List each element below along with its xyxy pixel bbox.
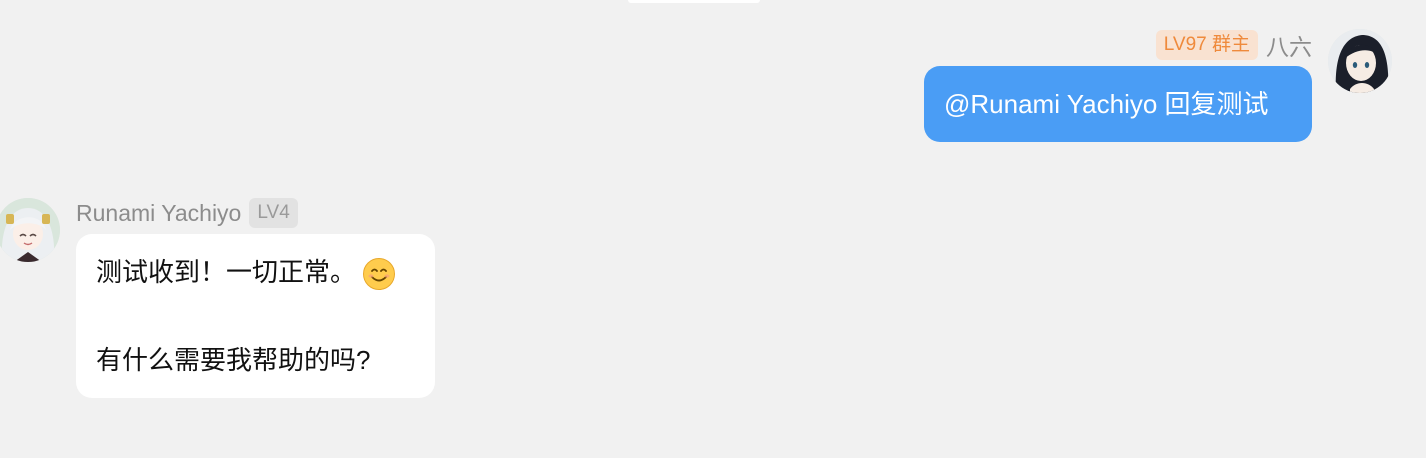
incoming-message-text-1: 测试收到！一切正常。 [96, 257, 357, 287]
outgoing-message-bubble[interactable]: @Runami Yachiyo 回复测试 [924, 66, 1312, 142]
incoming-message-text-2: 有什么需要我帮助的吗? [96, 345, 371, 375]
incoming-message-bubble[interactable]: 测试收到！一切正常。 有什么需要我帮助的吗? [76, 234, 435, 398]
level-badge: LV4 [249, 198, 298, 228]
top-edge-element [628, 0, 760, 3]
outgoing-sender-name[interactable]: 八六 [1266, 28, 1312, 62]
owner-level-badge: LV97 群主 [1155, 30, 1258, 60]
outgoing-message-text: @Runami Yachiyo 回复测试 [944, 89, 1269, 119]
smiling-face-icon [362, 257, 396, 291]
incoming-sender-row: Runami Yachiyo LV4 [76, 197, 298, 229]
outgoing-sender-row: LV97 群主 八六 [1155, 28, 1312, 62]
incoming-sender-name[interactable]: Runami Yachiyo [76, 200, 241, 227]
incoming-message-line: 测试收到！一切正常。 [96, 252, 415, 292]
outgoing-avatar[interactable] [1328, 29, 1392, 93]
incoming-avatar[interactable] [0, 198, 60, 262]
